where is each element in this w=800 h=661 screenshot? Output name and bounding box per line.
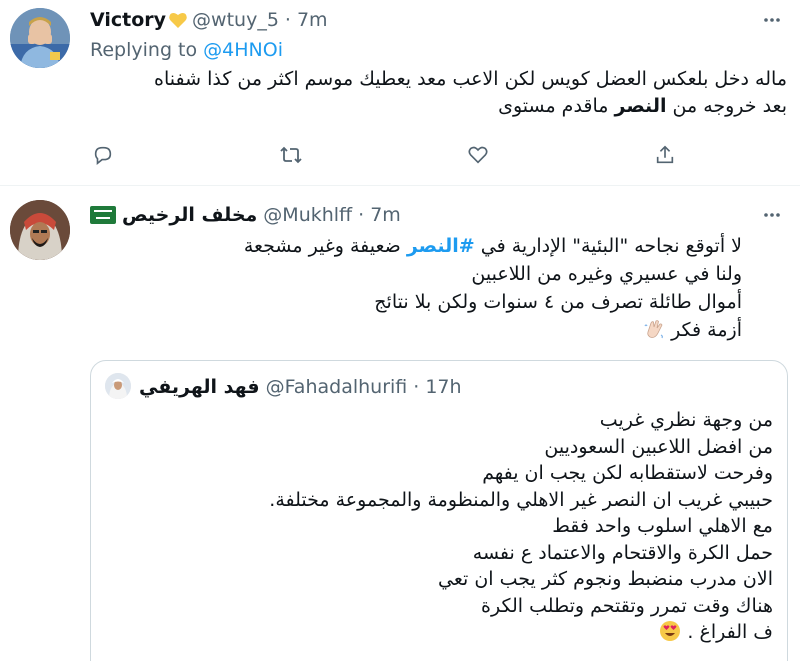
tweet[interactable]: Victory @wtuy_5 · 7m Replying to @4HNOi …: [0, 0, 800, 186]
quoted-avatar[interactable]: [105, 373, 131, 399]
separator-dot: ·: [284, 9, 291, 31]
tweet-text-line: ماله دخل بلعكس العضل كويس لكن الاعب معد …: [154, 68, 787, 90]
display-name[interactable]: فهد الهريفي: [139, 375, 260, 399]
tweet-text-span: بعد خروجه من: [666, 95, 788, 117]
heart-eyes-icon: [659, 620, 681, 642]
display-name[interactable]: مخلف الرخيص: [122, 203, 257, 227]
handle[interactable]: @Mukhlff: [263, 203, 352, 227]
display-name[interactable]: Victory: [90, 8, 166, 32]
quoted-text-line: من افضل اللاعبين السعوديين: [544, 435, 773, 458]
tweet-header: مخلف الرخيص @Mukhlff · 7m: [90, 203, 401, 227]
waving-hand-icon: [643, 318, 665, 340]
tweet-text-bold: النصر: [614, 95, 667, 117]
tweet-text-span: ماقدم مستوى: [498, 95, 615, 117]
tweet-header: Victory @wtuy_5 · 7m: [90, 8, 328, 32]
more-icon[interactable]: [760, 8, 784, 32]
avatar[interactable]: [10, 200, 70, 260]
hashtag-link[interactable]: #النصر: [407, 235, 475, 257]
tweet-text-line: بعد خروجه من النصر ماقدم مستوى: [87, 93, 787, 120]
separator-dot: ·: [358, 204, 365, 226]
tweet-text: ماله دخل بلعكس العضل كويس لكن الاعب معد …: [87, 66, 787, 120]
replying-to-prefix: Replying to: [90, 39, 204, 61]
quoted-text-line: ف الفراغ .: [113, 619, 773, 646]
tweet-actions: [88, 140, 688, 170]
quoted-tweet[interactable]: فهد الهريفي @Fahadalhurifi · 17h من وجهة…: [90, 360, 788, 661]
separator-dot: ·: [413, 376, 420, 398]
quoted-text-line: الان مدرب منضبط ونجوم كثر يجب ان تعي: [437, 568, 773, 590]
quoted-text-line: هناك وقت تمرر وتقتحم وتطلب الكرة: [481, 594, 773, 617]
tweet-text-line: أزمة فكر: [102, 316, 742, 344]
share-icon[interactable]: [650, 140, 680, 170]
timestamp[interactable]: 7m: [370, 203, 401, 227]
handle[interactable]: @Fahadalhurifi: [266, 375, 408, 399]
saudi-flag-icon: [90, 206, 116, 224]
tweet-text-span: أزمة فكر: [671, 319, 742, 341]
quoted-text-line: مع الاهلي اسلوب واحد فقط: [552, 515, 773, 537]
quoted-text-line: من وجهة نظري غريب: [599, 409, 773, 431]
heart-icon[interactable]: [463, 140, 493, 170]
handle[interactable]: @wtuy_5: [192, 8, 279, 32]
quoted-header: فهد الهريفي @Fahadalhurifi · 17h: [139, 375, 462, 399]
tweet-text-span: لا أتوقع نجاحه "البئية" الإدارية في: [474, 235, 742, 257]
tweet-text: لا أتوقع نجاحه "البئية" الإدارية في #الن…: [102, 232, 742, 344]
quoted-text-line: حمل الكرة والاقتحام والاعتماد ع نفسه: [472, 541, 773, 564]
replying-to-link[interactable]: @4HNOi: [203, 39, 283, 61]
tweet-text-span: ضعيفة وغير مشجعة: [243, 235, 407, 257]
quoted-text-line: حبيبي غريب ان النصر غير الاهلي والمنظومة…: [269, 488, 773, 511]
reply-icon[interactable]: [88, 140, 118, 170]
yellow-heart-icon: [168, 10, 188, 30]
replying-to: Replying to @4HNOi: [90, 38, 283, 62]
quoted-text-line: وفرحت لاستقطابه لكن يجب ان يفهم: [482, 462, 773, 484]
tweet-text-line: أموال طائلة تصرف من ٤ سنوات ولكن بلا نتا…: [374, 291, 742, 313]
tweet-text-line: ولنا في عسيري وغيره من اللاعبين: [471, 263, 742, 285]
tweet-text-line: لا أتوقع نجاحه "البئية" الإدارية في #الن…: [102, 232, 742, 260]
more-icon[interactable]: [760, 203, 784, 227]
quoted-text-span: ف الفراغ .: [687, 621, 773, 643]
quoted-text: من وجهة نظري غريب من افضل اللاعبين السعو…: [113, 407, 773, 646]
timestamp[interactable]: 17h: [425, 375, 461, 399]
timestamp[interactable]: 7m: [297, 8, 328, 32]
avatar[interactable]: [10, 8, 70, 68]
retweet-icon[interactable]: [276, 140, 306, 170]
